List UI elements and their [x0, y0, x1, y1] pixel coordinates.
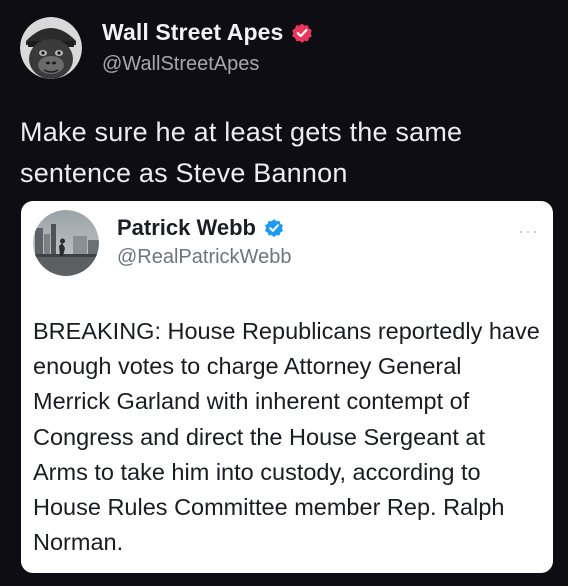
quoted-post-text: BREAKING: House Republicans reportedly h…: [33, 318, 540, 556]
quoted-author-name[interactable]: Patrick Webb: [117, 215, 256, 241]
author-block: Wall Street Apes @WallStreetApes: [102, 19, 314, 76]
post-header: Wall Street Apes @WallStreetApes: [20, 17, 314, 79]
quoted-author-name-row: Patrick Webb: [117, 215, 285, 241]
post-text: Make sure he at least gets the same sent…: [20, 117, 463, 188]
author-handle[interactable]: @WallStreetApes: [102, 53, 314, 76]
author-avatar[interactable]: [20, 17, 82, 79]
quoted-post-card[interactable]: Patrick Webb @RealPatrickWebb ··· BREAKI…: [21, 201, 553, 573]
more-options-icon[interactable]: ···: [518, 221, 539, 242]
verified-badge-icon: [263, 217, 285, 239]
verified-badge-icon: [290, 21, 314, 45]
quoted-author-handle[interactable]: @RealPatrickWebb: [117, 246, 291, 269]
profile-photo-icon: [33, 210, 99, 276]
gorilla-avatar-icon: [20, 17, 82, 79]
author-name[interactable]: Wall Street Apes: [102, 19, 283, 46]
quoted-author-avatar[interactable]: [33, 210, 99, 276]
author-name-row: Wall Street Apes: [102, 19, 314, 46]
